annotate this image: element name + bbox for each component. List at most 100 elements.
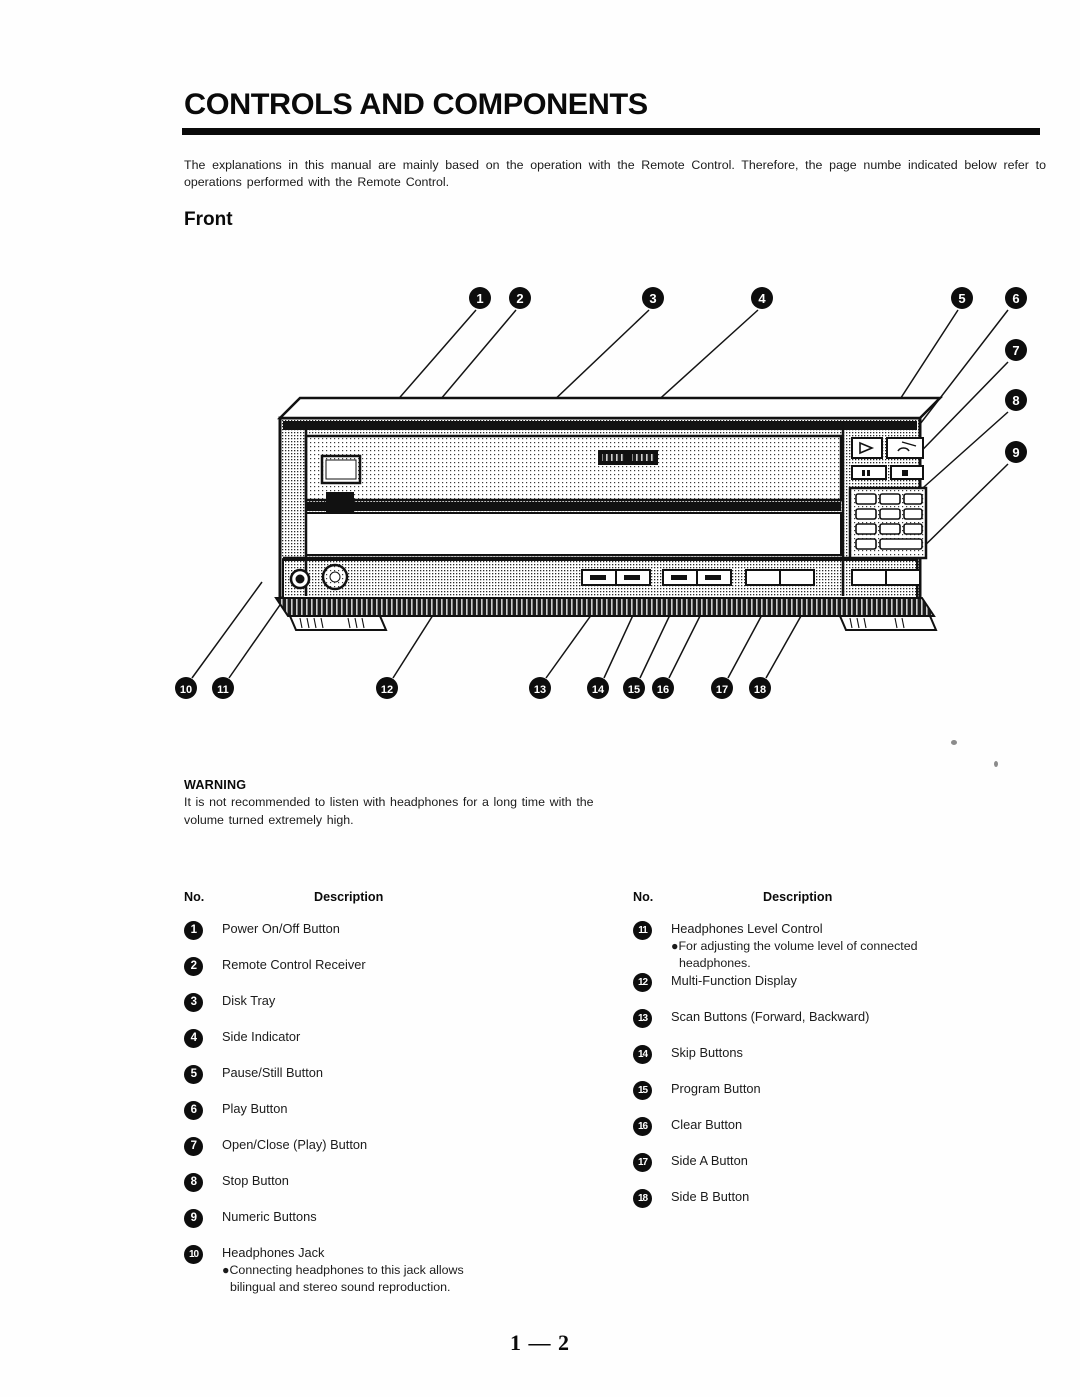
svg-text:9: 9 — [1012, 445, 1019, 460]
component-label: Disk Tray — [222, 993, 276, 1008]
callout-2: 2 — [509, 287, 531, 309]
callout-badge: 7 — [184, 1137, 203, 1156]
callout-14: 14 — [587, 677, 609, 699]
component-label: Play Button — [222, 1101, 288, 1116]
callout-badge: 1 — [184, 921, 203, 940]
svg-text:1: 1 — [476, 291, 483, 306]
component-note: ●Connecting headphones to this jack allo… — [222, 1263, 464, 1277]
svg-text:16: 16 — [657, 684, 669, 696]
callout-17: 17 — [711, 677, 733, 699]
callout-6: 6 — [1005, 287, 1027, 309]
callout-badge: 8 — [184, 1173, 203, 1192]
callout-badge: 12 — [633, 973, 652, 992]
table-row: 1 Power On/Off Button — [184, 920, 604, 956]
svg-text:17: 17 — [716, 684, 728, 696]
svg-text:12: 12 — [381, 684, 393, 696]
svg-text:3: 3 — [649, 291, 656, 306]
callout-badge: 13 — [633, 1009, 652, 1028]
component-label: Open/Close (Play) Button — [222, 1137, 368, 1152]
column-header-no: No. — [184, 890, 205, 904]
title-divider — [182, 128, 1040, 135]
callout-12: 12 — [376, 677, 398, 699]
callout-18: 18 — [749, 677, 771, 699]
callout-4: 4 — [751, 287, 773, 309]
table-header-left: No. Description — [184, 890, 604, 920]
component-note-cont: bilingual and stereo sound reproduction. — [230, 1280, 451, 1294]
component-label: Stop Button — [222, 1173, 289, 1188]
svg-text:18: 18 — [754, 684, 766, 696]
component-label: Numeric Buttons — [222, 1209, 317, 1224]
callout-badge: 18 — [633, 1189, 652, 1208]
callout-badge: 10 — [184, 1245, 203, 1264]
callout-15: 15 — [623, 677, 645, 699]
callout-5: 5 — [951, 287, 973, 309]
component-note-cont: headphones. — [679, 956, 751, 970]
component-label: Pause/Still Button — [222, 1065, 324, 1080]
component-label: Scan Buttons (Forward, Backward) — [671, 1009, 870, 1024]
callout-16: 16 — [652, 677, 674, 699]
component-label: Headphones Level Control — [671, 921, 823, 936]
table-row: 3 Disk Tray — [184, 992, 604, 1028]
components-table-left: No. Description 1 Power On/Off Button 2 … — [184, 890, 604, 1296]
component-label: Side B Button — [671, 1189, 750, 1204]
component-label: Side A Button — [671, 1153, 748, 1168]
table-row: 10 Headphones Jack ●Connecting headphone… — [184, 1244, 604, 1296]
scan-artifact — [951, 740, 957, 745]
table-row: 4 Side Indicator — [184, 1028, 604, 1064]
front-panel-illustration: 1 2 3 4 5 6 7 8 9 10 11 12 13 14 15 16 1… — [150, 270, 1050, 710]
callout-badge: 16 — [633, 1117, 652, 1136]
callout-7: 7 — [1005, 339, 1027, 361]
callout-badge: 5 — [184, 1065, 203, 1084]
table-header-right: No. Description — [633, 890, 1043, 920]
table-row: 15 Program Button — [633, 1080, 1043, 1116]
table-row: 2 Remote Control Receiver — [184, 956, 604, 992]
section-heading-front: Front — [184, 209, 233, 230]
callout-8: 8 — [1005, 389, 1027, 411]
manual-page: CONTROLS AND COMPONENTS The explanations… — [0, 0, 1080, 1397]
callout-badge: 3 — [184, 993, 203, 1012]
table-row: 13 Scan Buttons (Forward, Backward) — [633, 1008, 1043, 1044]
callout-badge: 14 — [633, 1045, 652, 1064]
component-label: Headphones Jack — [222, 1245, 325, 1260]
callout-11: 11 — [212, 677, 234, 699]
table-row: 17 Side A Button — [633, 1152, 1043, 1188]
warning-block: WARNING It is not recommended to listen … — [184, 778, 614, 829]
front-panel-drawing: 1 2 3 4 5 6 7 8 9 10 11 12 13 14 15 16 1… — [175, 287, 1027, 699]
column-header-desc: Description — [314, 890, 384, 904]
svg-text:13: 13 — [534, 684, 546, 696]
component-label: Clear Button — [671, 1117, 743, 1132]
callout-3: 3 — [642, 287, 664, 309]
scan-artifact — [994, 761, 998, 767]
page-number: 1 — 2 — [510, 1330, 570, 1355]
player-chassis — [274, 396, 944, 631]
callout-badge: 15 — [633, 1081, 652, 1100]
component-note: ●For adjusting the volume level of conne… — [671, 939, 918, 953]
component-label: Multi-Function Display — [671, 973, 797, 988]
component-label: Program Button — [671, 1081, 761, 1096]
svg-text:10: 10 — [180, 684, 192, 696]
svg-text:6: 6 — [1012, 291, 1019, 306]
column-header-desc: Description — [763, 890, 833, 904]
svg-text:14: 14 — [592, 684, 605, 696]
warning-text: It is not recommended to listen with hea… — [184, 795, 594, 827]
component-label: Power On/Off Button — [222, 921, 340, 936]
table-row: 11 Headphones Level Control ●For adjusti… — [633, 920, 1043, 972]
callout-badge: 11 — [633, 921, 652, 940]
callout-13: 13 — [529, 677, 551, 699]
svg-text:2: 2 — [516, 291, 523, 306]
table-row: 12 Multi-Function Display — [633, 972, 1043, 1008]
page-title: CONTROLS AND COMPONENTS — [184, 88, 648, 121]
svg-text:7: 7 — [1012, 343, 1019, 358]
callout-1: 1 — [469, 287, 491, 309]
svg-text:5: 5 — [958, 291, 965, 306]
table-row: 8 Stop Button — [184, 1172, 604, 1208]
svg-text:8: 8 — [1012, 393, 1019, 408]
column-header-no: No. — [633, 890, 654, 904]
table-row: 9 Numeric Buttons — [184, 1208, 604, 1244]
component-label: Side Indicator — [222, 1029, 301, 1044]
intro-paragraph: The explanations in this manual are main… — [184, 158, 1046, 189]
component-label: Skip Buttons — [671, 1045, 743, 1060]
callout-badge: 6 — [184, 1101, 203, 1120]
svg-text:11: 11 — [217, 684, 229, 696]
svg-text:4: 4 — [758, 291, 766, 306]
